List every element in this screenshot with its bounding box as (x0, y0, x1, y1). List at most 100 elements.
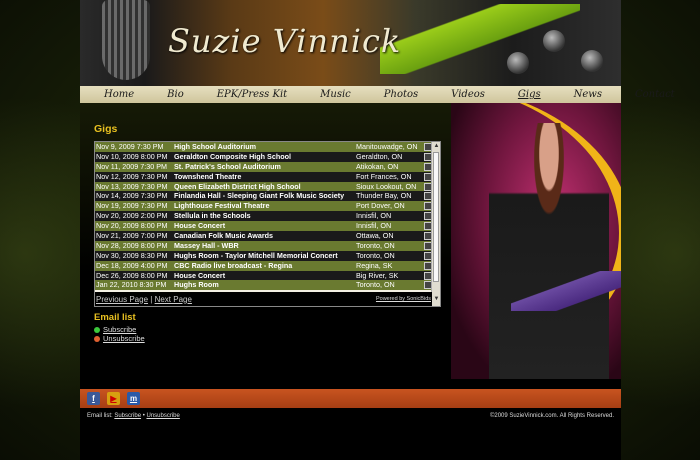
gigs-widget: Nov 9, 2009 7:30 PM High School Auditoriu… (94, 141, 441, 307)
gig-location: Innisfil, ON (356, 211, 392, 221)
gig-date: Nov 9, 2009 7:30 PM (96, 142, 164, 151)
pager-separator: | (150, 294, 153, 304)
gig-venue: CBC Radio live broadcast - Regina (174, 260, 293, 270)
gig-venue: House Concert (174, 270, 226, 280)
gig-row[interactable]: Nov 21, 2009 7:00 PM Canadian Folk Music … (95, 231, 432, 241)
gig-location: Sioux Lookout, ON (356, 181, 417, 191)
gig-venue: Townshend Theatre (174, 171, 242, 181)
gig-row[interactable]: Nov 11, 2009 7:30 PM St. Patrick's School… (95, 161, 432, 172)
gig-date: Dec 26, 2009 8:00 PM (96, 270, 168, 280)
scroll-thumb[interactable] (433, 152, 439, 282)
gigs-heading: Gigs (94, 123, 118, 135)
gig-venue: Hughs Room - Taylor Mitchell Memorial Co… (174, 250, 338, 260)
unsubscribe-link[interactable]: Unsubscribe (103, 334, 145, 343)
nav-music[interactable]: Music (320, 89, 351, 100)
gig-row[interactable]: Nov 13, 2009 7:30 PM Queen Elizabeth Dist… (95, 181, 432, 192)
nav-contact[interactable]: Contact (635, 89, 675, 100)
gig-row[interactable]: Nov 20, 2009 8:00 PM House Concert Innisfi… (95, 221, 432, 232)
gig-venue: High School Auditorium (174, 142, 256, 151)
unsubscribe-icon (94, 335, 100, 342)
social-bar: f ▶ m (80, 389, 621, 408)
facebook-icon[interactable]: f (87, 392, 100, 405)
gig-venue: St. Patrick's School Auditorium (174, 161, 281, 171)
footer-subscribe-link[interactable]: Subscribe (114, 413, 141, 419)
nav-epk-press-kit[interactable]: EPK/Press Kit (217, 89, 287, 100)
subscribe-icon (94, 326, 100, 333)
artist-photo (451, 103, 621, 379)
gig-row[interactable]: Nov 20, 2009 2:00 PM Stellula in the Scho… (95, 211, 432, 222)
nav-photos[interactable]: Photos (384, 89, 418, 100)
myspace-icon[interactable]: m (127, 392, 140, 405)
gig-location: Toronto, ON (356, 280, 395, 290)
nav-bio[interactable]: Bio (167, 89, 184, 100)
gig-venue: Massey Hall - WBR (174, 240, 239, 250)
gig-row[interactable]: Nov 28, 2009 8:00 PM Massey Hall - WBR Tor… (95, 240, 432, 251)
gig-location: Toronto, ON (356, 240, 395, 250)
footer-unsubscribe-link[interactable]: Unsubscribe (146, 413, 179, 419)
gig-date: Nov 20, 2009 2:00 PM (96, 211, 168, 221)
nav-news[interactable]: News (574, 89, 602, 100)
nav-gigs[interactable]: Gigs (518, 89, 541, 100)
header-banner: Suzie Vinnick (80, 0, 621, 86)
site-footer: Email list: Subscribe • Unsubscribe ©200… (80, 408, 621, 460)
scroll-up-icon[interactable]: ▲ (433, 143, 440, 150)
footer-email-list: Email list: Subscribe • Unsubscribe (87, 413, 180, 419)
gig-row[interactable]: Dec 18, 2009 4:00 PM CBC Radio live broad… (95, 260, 432, 271)
gigs-scrollbar[interactable]: ▲ ▼ (431, 142, 440, 306)
gigs-footer: Previous Page | Next Page Powered by Son… (95, 292, 432, 306)
amp-knobs-image (503, 22, 613, 82)
gig-date: Nov 11, 2009 7:30 PM (96, 161, 167, 171)
gig-list: Nov 9, 2009 7:30 PM High School Auditoriu… (95, 142, 432, 291)
gig-row[interactable]: Nov 12, 2009 7:30 PM Townshend Theatre For… (95, 171, 432, 182)
gig-row[interactable]: Nov 10, 2009 8:00 PM Geraldton Composite … (95, 151, 432, 162)
scroll-down-icon[interactable]: ▼ (433, 296, 440, 303)
gig-venue: Geraldton Composite High School (174, 151, 292, 161)
subscribe-link[interactable]: Subscribe (103, 325, 136, 334)
gig-venue: Queen Elizabeth District High School (174, 181, 301, 191)
gig-location: Fort Frances, ON (356, 171, 412, 181)
gig-location: Innisfil, ON (356, 221, 392, 231)
site-title: Suzie Vinnick (168, 22, 402, 60)
footer-bullet: • (142, 413, 145, 419)
gig-date: Nov 12, 2009 7:30 PM (96, 171, 168, 181)
gig-venue: Hughs Room (174, 280, 219, 290)
gig-date: Dec 18, 2009 4:00 PM (96, 260, 168, 270)
gig-location: Regina, SK (356, 260, 393, 270)
previous-page-link[interactable]: Previous Page (96, 295, 148, 304)
gig-venue: Stellula in the Schools (174, 211, 251, 221)
gig-location: Toronto, ON (356, 250, 395, 260)
nav-videos[interactable]: Videos (451, 89, 485, 100)
knob-icon (543, 30, 565, 52)
footer-email-label: Email list: (87, 413, 113, 419)
gig-row[interactable]: Nov 9, 2009 7:30 PM High School Auditoriu… (95, 142, 432, 152)
singer-figure (489, 123, 609, 379)
youtube-icon[interactable]: ▶ (107, 392, 120, 405)
subscribe-item: Subscribe (94, 325, 136, 334)
main-content: Gigs Nov 9, 2009 7:30 PM High School Audi… (80, 103, 621, 389)
gig-date: Nov 10, 2009 8:00 PM (96, 151, 168, 161)
gig-location: Manitouwadge, ON (356, 142, 418, 151)
gig-row[interactable]: Nov 19, 2009 7:30 PM Lighthouse Festival … (95, 201, 432, 212)
gig-row[interactable]: Nov 14, 2009 7:30 PM Finlandia Hall - Sle… (95, 191, 432, 202)
gig-date: Jan 22, 2010 8:30 PM (96, 280, 167, 290)
nav-home[interactable]: Home (104, 89, 134, 100)
gig-row[interactable]: Jan 22, 2010 8:30 PM Hughs Room Toronto, O… (95, 280, 432, 291)
knob-icon (507, 52, 529, 74)
gig-location: Ottawa, ON (356, 231, 394, 241)
microphone-image (102, 0, 150, 80)
main-navigation: Home Bio EPK/Press Kit Music Photos Videos Gig… (80, 86, 675, 103)
gig-location: Geraldton, ON (356, 151, 403, 161)
knob-icon (581, 50, 603, 72)
gig-location: Port Dover, ON (356, 201, 405, 211)
gig-venue: Lighthouse Festival Theatre (174, 201, 270, 211)
unsubscribe-item: Unsubscribe (94, 334, 145, 343)
gig-row[interactable]: Dec 26, 2009 8:00 PM House Concert Big Riv… (95, 270, 432, 281)
gig-date: Nov 21, 2009 7:00 PM (96, 231, 168, 241)
powered-by-link[interactable]: Powered by SonicBids (376, 296, 431, 302)
gig-date: Nov 19, 2009 7:30 PM (96, 201, 168, 211)
next-page-link[interactable]: Next Page (155, 295, 192, 304)
gig-venue: Canadian Folk Music Awards (174, 231, 274, 241)
pager: Previous Page | Next Page (96, 295, 192, 304)
gig-location: Atikokan, ON (356, 161, 399, 171)
gig-row[interactable]: Nov 30, 2009 8:30 PM Hughs Room - Taylor … (95, 250, 432, 261)
